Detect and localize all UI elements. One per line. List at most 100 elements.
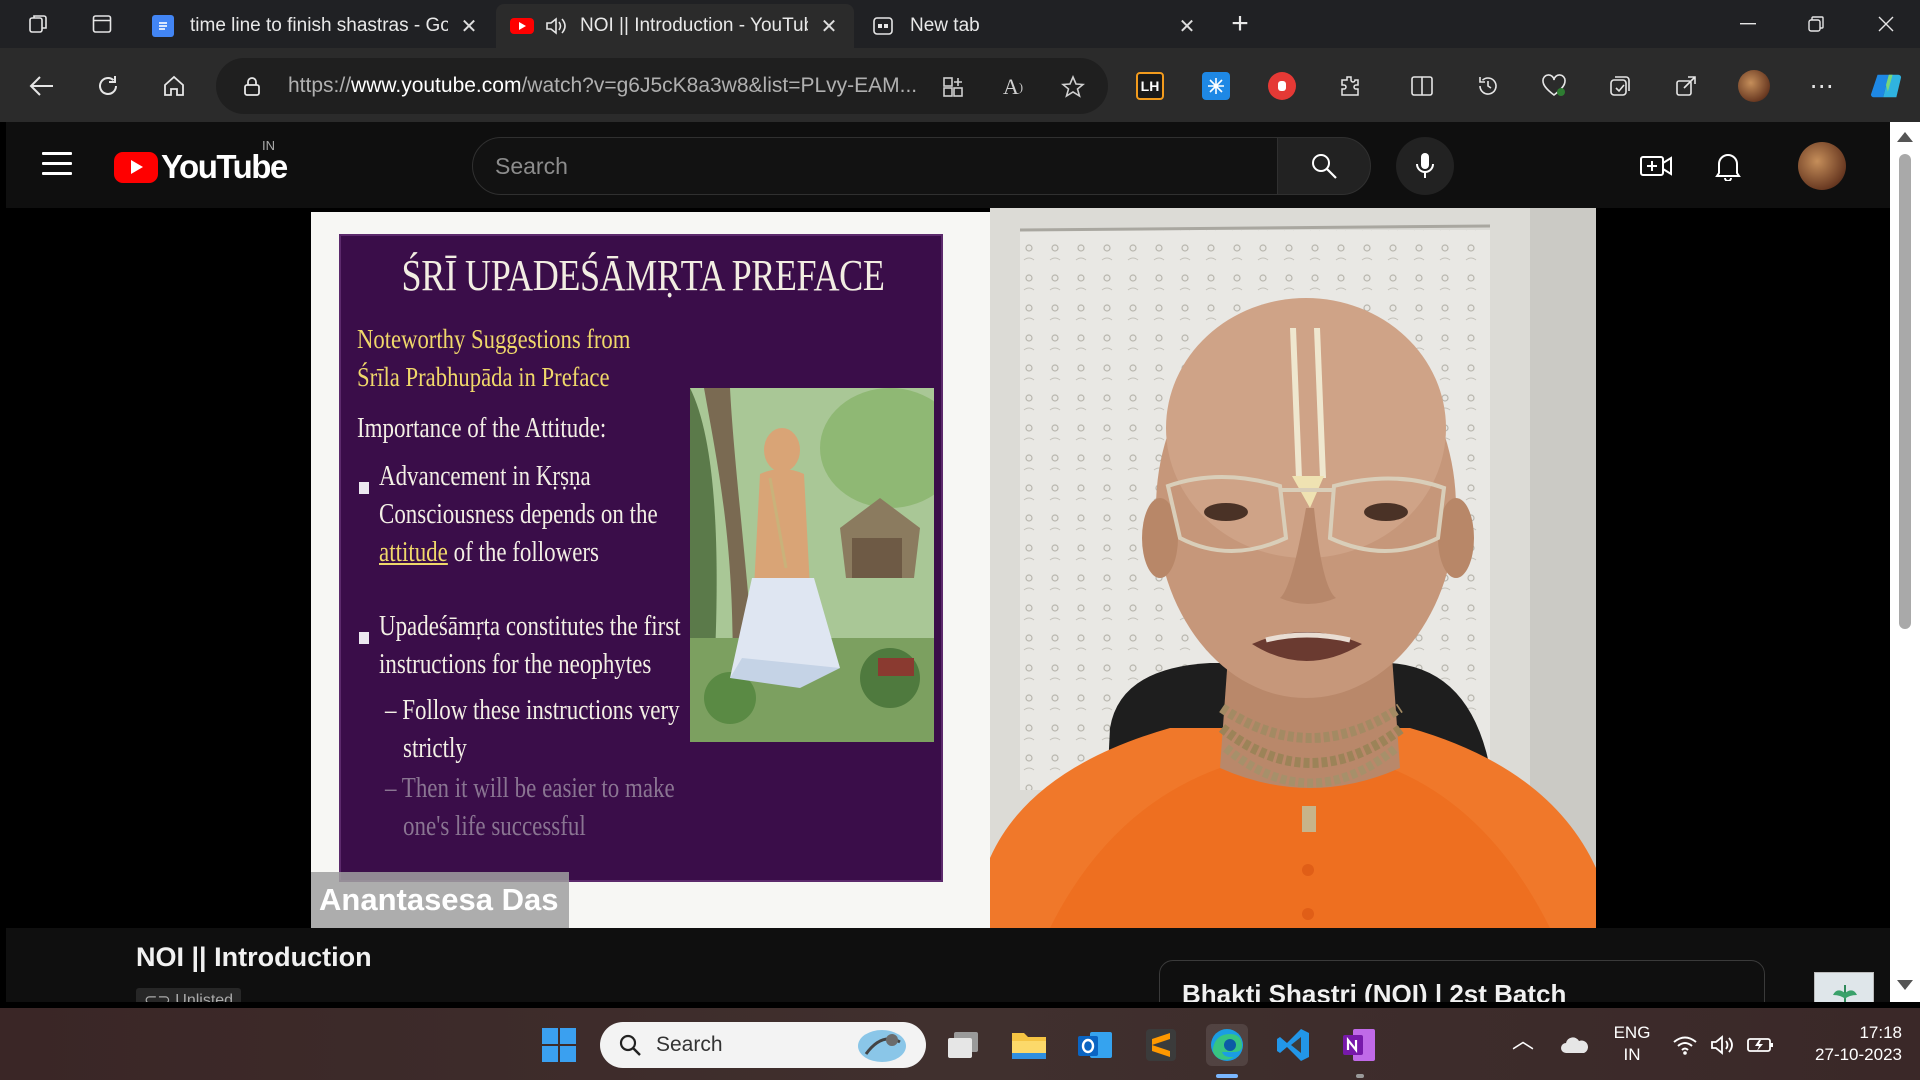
audio-playing-icon[interactable]	[544, 15, 568, 37]
windows-start-icon[interactable]	[538, 1024, 580, 1066]
youtube-header: YouTube IN Search	[6, 122, 1890, 208]
running-app-indicator	[1356, 1074, 1364, 1078]
page-scrollbar[interactable]	[1890, 122, 1920, 1002]
volume-icon[interactable]	[1708, 1024, 1738, 1066]
tab-actions-icon[interactable]	[82, 8, 122, 40]
search-icon	[1312, 154, 1337, 179]
close-tab-icon[interactable]: ✕	[458, 14, 480, 39]
workspaces-icon[interactable]	[18, 8, 58, 40]
profile-avatar[interactable]	[1738, 70, 1770, 102]
playlist-title: Bhakti Shastri (NOI) | 2st Batch	[1182, 979, 1567, 1002]
bullet-line: Upadeśāmṛta constitutes the first	[379, 611, 681, 642]
close-tab-icon[interactable]: ✕	[1176, 14, 1198, 39]
channel-watermark-logo[interactable]	[1814, 972, 1874, 1002]
clock-date: 27-10-2023	[1815, 1045, 1902, 1064]
input-language-indicator[interactable]: ENG IN	[1606, 1022, 1658, 1066]
close-window-button[interactable]	[1852, 0, 1920, 48]
language-code: ENG	[1613, 1023, 1651, 1042]
search-icon	[619, 1034, 641, 1056]
url-text[interactable]: https://www.youtube.com/watch?v=g6J5cK8a…	[288, 74, 928, 98]
split-screen-icon[interactable]	[1406, 70, 1438, 102]
microphone-icon	[1416, 153, 1434, 178]
show-hidden-icons-chevron-icon[interactable]: ︿	[1512, 1030, 1534, 1052]
sage-illustration	[690, 388, 934, 742]
notifications-bell-icon[interactable]	[1708, 146, 1748, 186]
speaker-camera-feed	[990, 208, 1596, 928]
new-tab-button[interactable]: +	[1220, 7, 1260, 40]
bullet-line: instructions for the neophytes	[379, 649, 652, 680]
new-tab-page-icon	[872, 15, 894, 37]
taskbar-search-box[interactable]: Search	[600, 1022, 926, 1068]
playlist-panel[interactable]: Bhakti Shastri (NOI) | 2st Batch	[1159, 960, 1765, 1002]
vscode-icon[interactable]	[1272, 1024, 1314, 1066]
slide-heading: Importance of the Attitude:	[357, 413, 607, 444]
file-explorer-icon[interactable]	[1008, 1024, 1050, 1066]
scroll-up-arrow-icon[interactable]	[1897, 132, 1913, 142]
menu-icon[interactable]	[42, 152, 72, 176]
home-button[interactable]	[152, 64, 196, 108]
read-aloud-icon[interactable]: A)	[998, 72, 1028, 102]
youtube-play-logo-icon	[114, 151, 158, 183]
bullet-marker	[359, 632, 369, 644]
app-available-icon[interactable]	[938, 72, 968, 102]
adblock-extension-icon[interactable]	[1268, 72, 1296, 100]
browser-essentials-icon[interactable]	[1538, 70, 1570, 102]
onedrive-cloud-icon[interactable]	[1554, 1024, 1596, 1066]
scrollbar-thumb[interactable]	[1899, 154, 1911, 629]
restore-button[interactable]	[1782, 0, 1850, 48]
refresh-button[interactable]	[86, 64, 130, 108]
url-path: /watch?v=g6J5cK8a3w8&list=PLvy-EAM...	[521, 74, 918, 97]
search-placeholder: Search	[495, 152, 568, 179]
youtube-favicon	[510, 18, 534, 34]
search-input[interactable]: Search	[472, 137, 1278, 195]
bullet-line: strictly	[403, 733, 467, 764]
youtube-page: YouTube IN Search ŚRĪ UPADEŚĀMṚTA PREFAC…	[6, 122, 1890, 1002]
collections-icon[interactable]	[1604, 70, 1636, 102]
bullet-line: – Follow these instructions very	[385, 695, 680, 726]
share-icon[interactable]	[1670, 70, 1702, 102]
minimize-button[interactable]	[1714, 0, 1782, 48]
edge-browser-icon[interactable]	[1206, 1024, 1248, 1066]
video-player[interactable]: ŚRĪ UPADEŚĀMṚTA PREFACE Noteworthy Sugge…	[6, 208, 1890, 1002]
battery-charging-icon[interactable]	[1746, 1024, 1776, 1066]
settings-more-icon[interactable]: ⋯	[1806, 70, 1838, 102]
close-tab-icon[interactable]: ✕	[818, 14, 840, 39]
tab-google-docs[interactable]: time line to finish shastras - Goo ✕	[138, 4, 494, 48]
task-view-icon[interactable]	[942, 1024, 984, 1066]
favorite-star-icon[interactable]	[1058, 72, 1088, 102]
tab-youtube[interactable]: NOI || Introduction - YouTub ✕	[496, 4, 854, 48]
browser-toolbar: https://www.youtube.com/watch?v=g6J5cK8a…	[0, 48, 1920, 122]
copilot-icon[interactable]	[1870, 70, 1902, 102]
slide-bullet-1: Advancement in Kṛṣṇa Consciousness depen…	[379, 458, 658, 572]
search-button[interactable]	[1277, 137, 1371, 195]
lock-icon[interactable]	[242, 76, 262, 96]
extensions-icon[interactable]	[1334, 70, 1366, 102]
voice-search-button[interactable]	[1396, 137, 1454, 195]
slide-sub-bullet-1: – Follow these instructions very strictl…	[385, 692, 680, 768]
create-video-icon[interactable]	[1636, 146, 1676, 186]
account-avatar[interactable]	[1798, 142, 1846, 190]
slide-subtitle-line: Śrīla Prabhupāda in Preface	[357, 362, 610, 392]
extension-label: LH	[1140, 78, 1160, 94]
history-icon[interactable]	[1472, 70, 1504, 102]
outlook-icon[interactable]	[1074, 1024, 1116, 1066]
slide-title: ŚRĪ UPADEŚĀMṚTA PREFACE	[401, 251, 885, 300]
tab-new-tab[interactable]: New tab ✕	[858, 4, 1212, 48]
youtube-logo[interactable]: YouTube IN	[114, 138, 288, 186]
bullet-line: Advancement in Kṛṣṇa	[379, 461, 591, 492]
clock[interactable]: 17:18 27-10-2023	[1790, 1022, 1902, 1066]
snowflake-extension-icon[interactable]	[1202, 72, 1230, 100]
visibility-label: Unlisted	[175, 992, 234, 1002]
scroll-down-arrow-icon[interactable]	[1897, 980, 1913, 990]
slide-subtitle-line: Noteworthy Suggestions from	[357, 324, 631, 354]
sublime-text-icon[interactable]	[1140, 1024, 1182, 1066]
bullet-line: one's life successful	[403, 811, 586, 842]
bullet-line: – Then it will be easier to make	[385, 773, 675, 804]
onenote-icon[interactable]	[1338, 1024, 1380, 1066]
back-button[interactable]	[20, 64, 64, 108]
address-bar[interactable]: https://www.youtube.com/watch?v=g6J5cK8a…	[216, 58, 1108, 114]
wifi-icon[interactable]	[1670, 1024, 1700, 1066]
slide-subtitle: Noteworthy Suggestions from Śrīla Prabhu…	[357, 320, 630, 396]
active-app-indicator	[1216, 1074, 1238, 1078]
lighthouse-extension-icon[interactable]: LH	[1136, 72, 1164, 100]
